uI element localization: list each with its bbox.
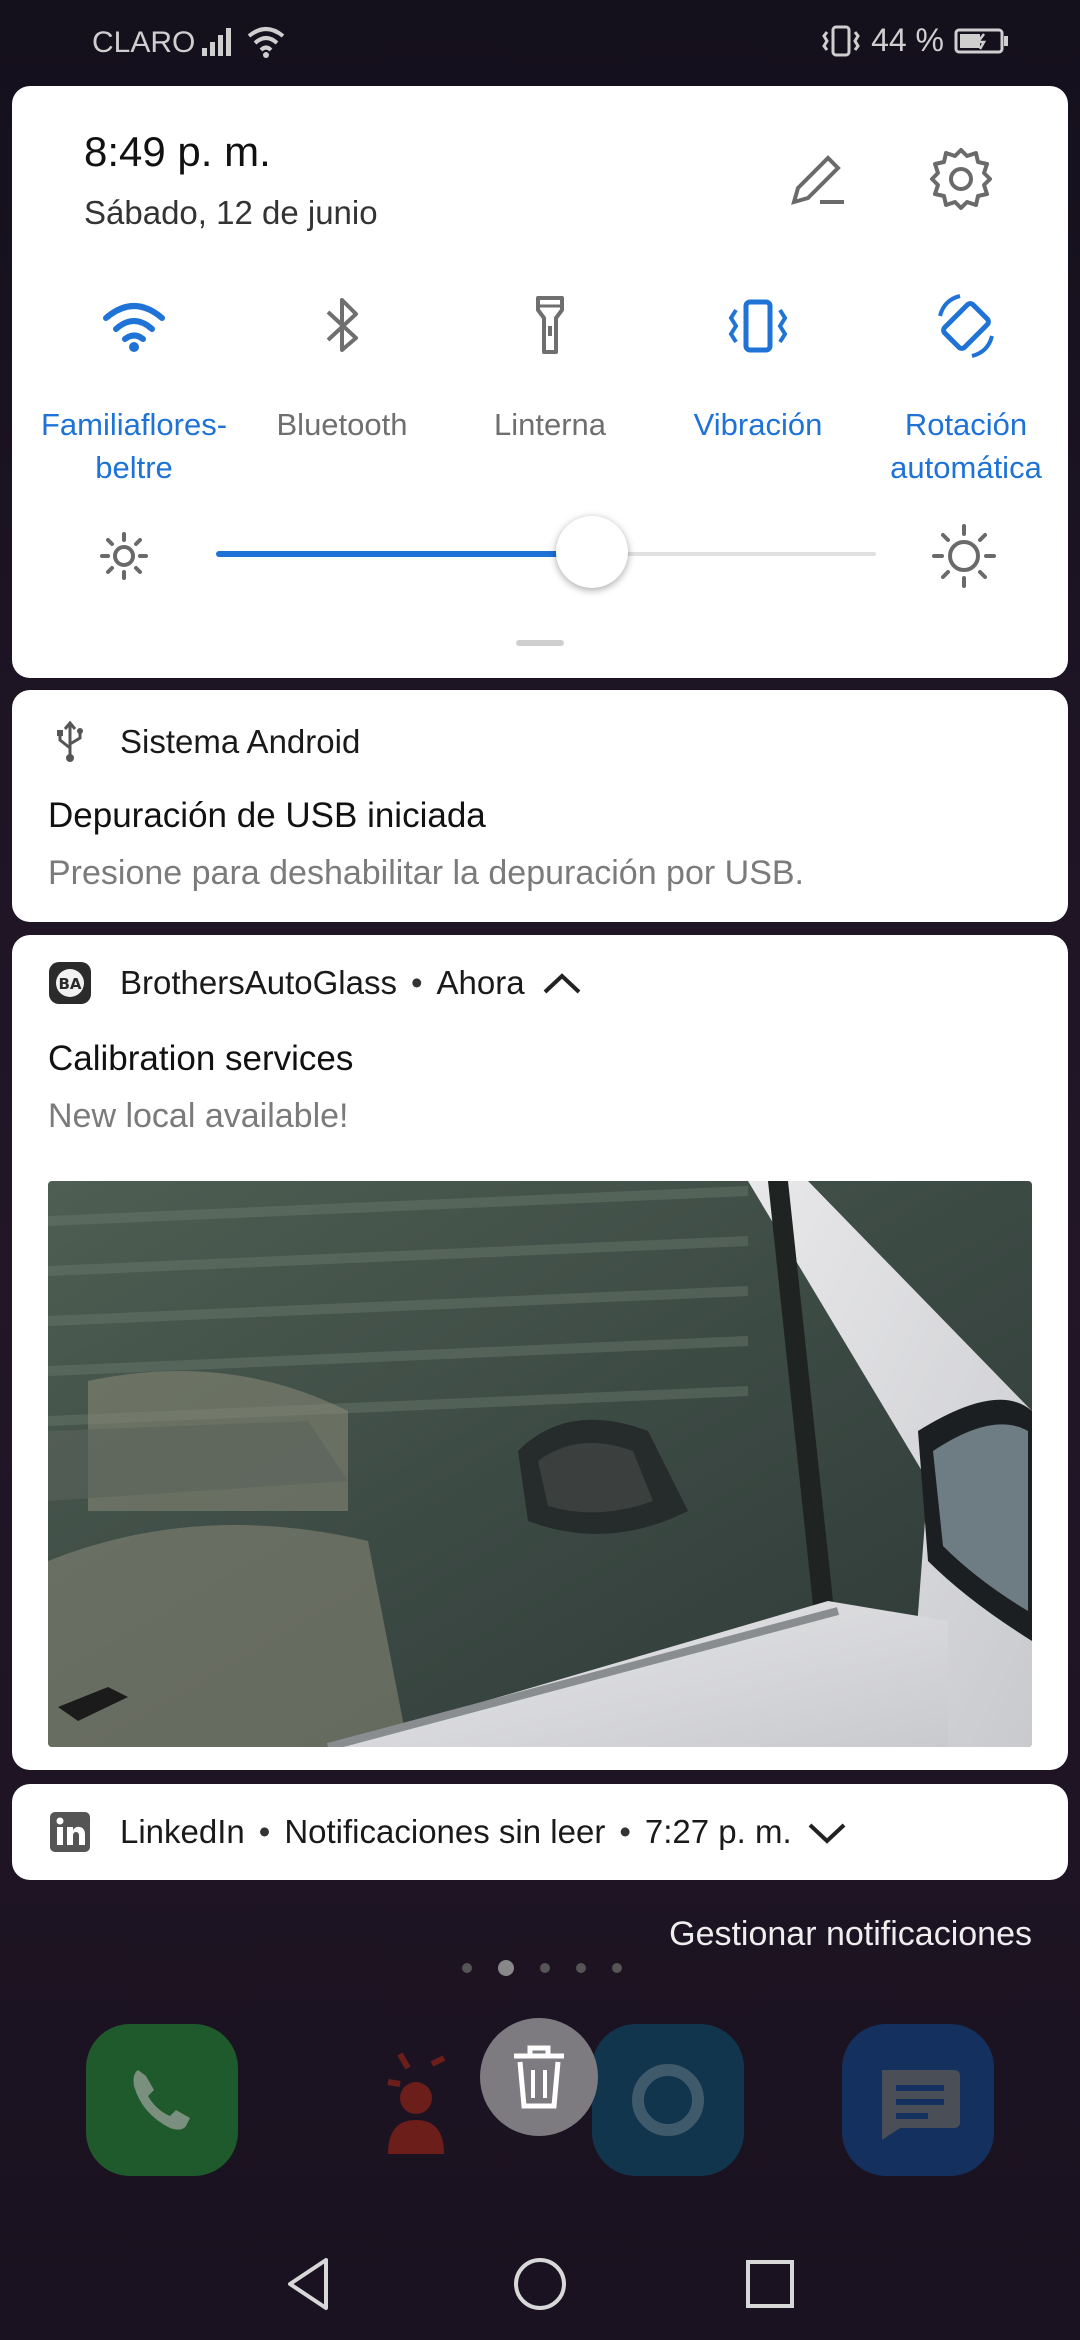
- back-icon[interactable]: [276, 2252, 340, 2316]
- settings-gear-icon[interactable]: [926, 144, 996, 214]
- separator-dot: •: [258, 1813, 271, 1850]
- page-dot: [576, 1963, 586, 1973]
- clock: 8:49 p. m.: [84, 128, 271, 175]
- notification-app-name: LinkedIn: [120, 1813, 245, 1850]
- page-dot: [612, 1963, 622, 1973]
- clear-all-button[interactable]: [480, 2018, 598, 2136]
- dock-browser-app: [592, 2024, 744, 2176]
- notification-subtitle: Notificaciones sin leer: [284, 1813, 606, 1850]
- notification-header: Sistema Android: [48, 720, 360, 764]
- brothers-autoglass-icon: BA: [49, 962, 91, 1004]
- status-right: 44 %: [821, 22, 1010, 59]
- battery-percent: 44 %: [871, 22, 944, 58]
- tile-auto-rotate[interactable]: Rotación automática: [866, 286, 1066, 489]
- flashlight-icon: [536, 296, 564, 354]
- page-dot: [540, 1963, 550, 1973]
- notification-title: Calibration services: [48, 1039, 354, 1078]
- tile-vibration[interactable]: Vibración: [658, 286, 858, 446]
- recents-icon[interactable]: [738, 2252, 802, 2316]
- notification-time: Ahora: [436, 964, 525, 1001]
- tile-label: Bluetooth: [276, 407, 408, 442]
- messages-icon: [882, 2070, 960, 2140]
- page-dot: [462, 1963, 472, 1973]
- slider-fill: [216, 551, 593, 557]
- tile-label: Linterna: [493, 407, 607, 442]
- navigation-bar: [0, 2230, 1080, 2340]
- quick-settings-panel: 8:49 p. m. Sábado, 12 de junio Familiafl…: [12, 86, 1068, 678]
- car-window-photo: [48, 1181, 1032, 1747]
- brightness-low-icon: [100, 532, 148, 580]
- separator-dot: •: [410, 964, 423, 1001]
- carrier-name: CLARO: [92, 26, 196, 59]
- page-dot-active: [498, 1960, 514, 1976]
- edit-pencil-icon[interactable]: [784, 148, 848, 212]
- tile-flashlight[interactable]: Linterna: [450, 286, 650, 446]
- chevron-up-icon[interactable]: [541, 968, 583, 998]
- notification-header: BA BrothersAutoGlass • Ahora: [48, 961, 583, 1005]
- notification-brothers-autoglass[interactable]: BA BrothersAutoGlass • Ahora Calibration…: [12, 935, 1068, 1770]
- brightness-slider[interactable]: [216, 516, 876, 588]
- dock-messages-app: [842, 2024, 994, 2176]
- wifi-icon: [103, 303, 165, 352]
- tile-bluetooth[interactable]: Bluetooth: [242, 286, 442, 446]
- notification-time: 7:27 p. m.: [644, 1813, 792, 1850]
- separator-dot: •: [619, 1813, 631, 1850]
- notification-text: New local available!: [48, 1097, 349, 1135]
- manage-notifications-link[interactable]: Gestionar notificaciones: [669, 1915, 1032, 1954]
- home-icon[interactable]: [508, 2252, 572, 2316]
- browser-icon: [632, 2064, 704, 2136]
- linkedin-icon: [50, 1812, 90, 1852]
- status-bar: CLARO 44 %: [0, 0, 1080, 86]
- tile-label: Rotación automática: [890, 407, 1042, 485]
- chevron-down-icon[interactable]: [806, 1817, 848, 1847]
- tile-wifi[interactable]: Familiaflores- beltre: [34, 286, 234, 489]
- notification-text: Presione para deshabilitar la depuración…: [48, 854, 805, 892]
- bluetooth-icon: [326, 298, 358, 352]
- battery-icon: [954, 28, 1008, 53]
- usb-icon: [57, 720, 83, 762]
- phone-icon: [133, 2070, 190, 2130]
- home-page-indicator: [462, 1960, 622, 1976]
- notification-linkedin[interactable]: LinkedIn • Notificaciones sin leer • 7:2…: [12, 1784, 1068, 1880]
- notification-usb-debugging[interactable]: Sistema Android Depuración de USB inicia…: [12, 690, 1068, 922]
- date: Sábado, 12 de junio: [84, 194, 378, 231]
- tile-label: Familiaflores- beltre: [40, 407, 228, 485]
- vibration-icon: [728, 299, 788, 353]
- tile-label: Vibración: [693, 407, 823, 442]
- auto-rotate-icon: [938, 294, 994, 358]
- notification-header: LinkedIn • Notificaciones sin leer • 7:2…: [48, 1810, 848, 1854]
- dock-phone-app: [86, 2024, 238, 2176]
- wifi-status-icon: [247, 27, 285, 58]
- notification-title: Depuración de USB iniciada: [48, 796, 486, 835]
- notification-app-name: BrothersAutoGlass: [120, 964, 397, 1001]
- trash-icon: [514, 2045, 564, 2109]
- notification-app-name: Sistema Android: [120, 723, 361, 760]
- panel-drag-handle[interactable]: [516, 640, 564, 646]
- svg-text:BA: BA: [58, 975, 81, 993]
- brightness-high-icon: [932, 524, 996, 588]
- vibrate-status-icon: [822, 25, 860, 56]
- slider-thumb[interactable]: [556, 516, 629, 588]
- signal-icon: [202, 28, 231, 56]
